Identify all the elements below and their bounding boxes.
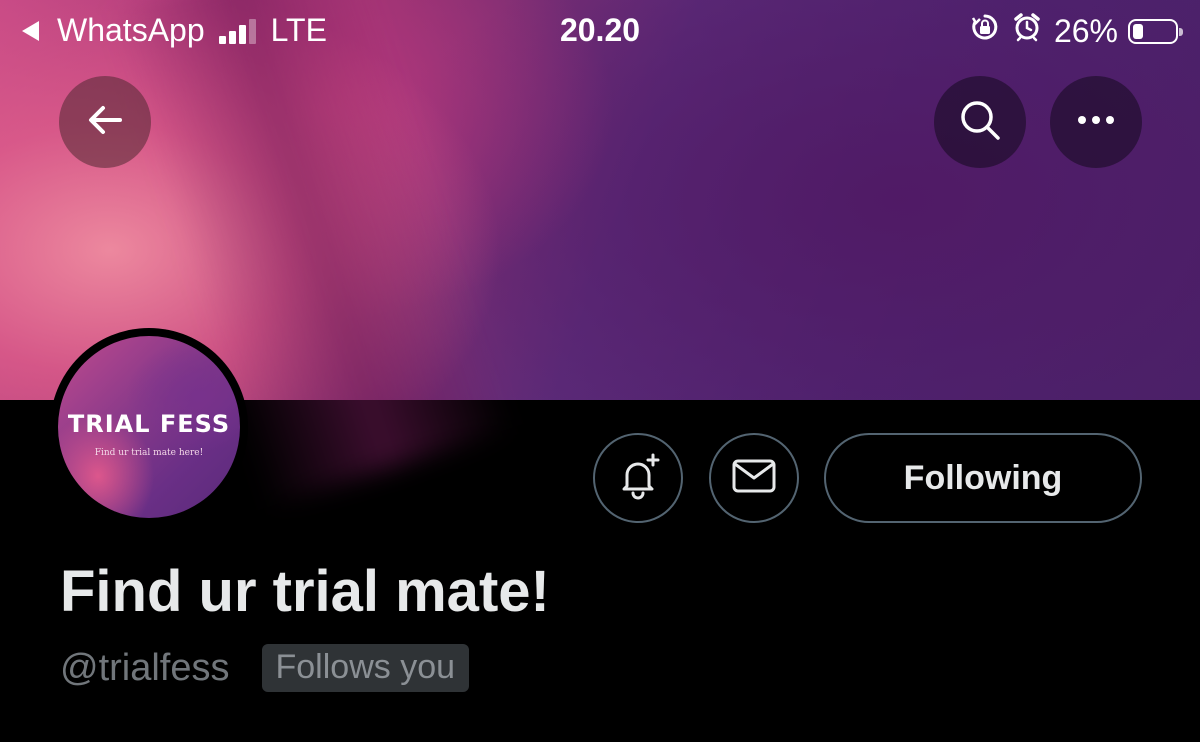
- back-button[interactable]: [59, 76, 151, 168]
- envelope-icon: [731, 458, 777, 499]
- more-options-button[interactable]: [1050, 76, 1142, 168]
- alarm-icon: [1012, 12, 1042, 50]
- profile-screen: WhatsApp LTE 20.20 26% TRIAL FESS Find u…: [0, 0, 1200, 742]
- follows-you-badge: Follows you: [261, 644, 470, 692]
- more-horizontal-icon: [1074, 113, 1118, 131]
- search-icon: [957, 97, 1003, 148]
- bell-plus-icon: [613, 451, 663, 506]
- profile-display-name: Find ur trial mate!: [60, 559, 550, 624]
- message-button[interactable]: [709, 433, 799, 523]
- status-bar: WhatsApp LTE 20.20 26%: [0, 0, 1200, 62]
- status-bar-right: 26%: [970, 12, 1183, 50]
- avatar-subtitle: Find ur trial mate here!: [94, 448, 204, 458]
- avatar[interactable]: TRIAL FESS Find ur trial mate here!: [58, 336, 240, 518]
- battery-icon: [1128, 18, 1183, 44]
- handle-row: @trialfess Follows you: [60, 644, 470, 692]
- notifications-button[interactable]: [593, 433, 683, 523]
- orientation-lock-icon: [970, 12, 1000, 50]
- profile-handle: @trialfess: [60, 646, 230, 689]
- avatar-title: TRIAL FESS: [67, 410, 231, 438]
- avatar-ring: TRIAL FESS Find ur trial mate here!: [50, 328, 248, 526]
- following-button[interactable]: Following: [824, 433, 1142, 523]
- search-button[interactable]: [934, 76, 1026, 168]
- arrow-left-icon: [84, 99, 126, 146]
- battery-percent: 26%: [1053, 12, 1118, 49]
